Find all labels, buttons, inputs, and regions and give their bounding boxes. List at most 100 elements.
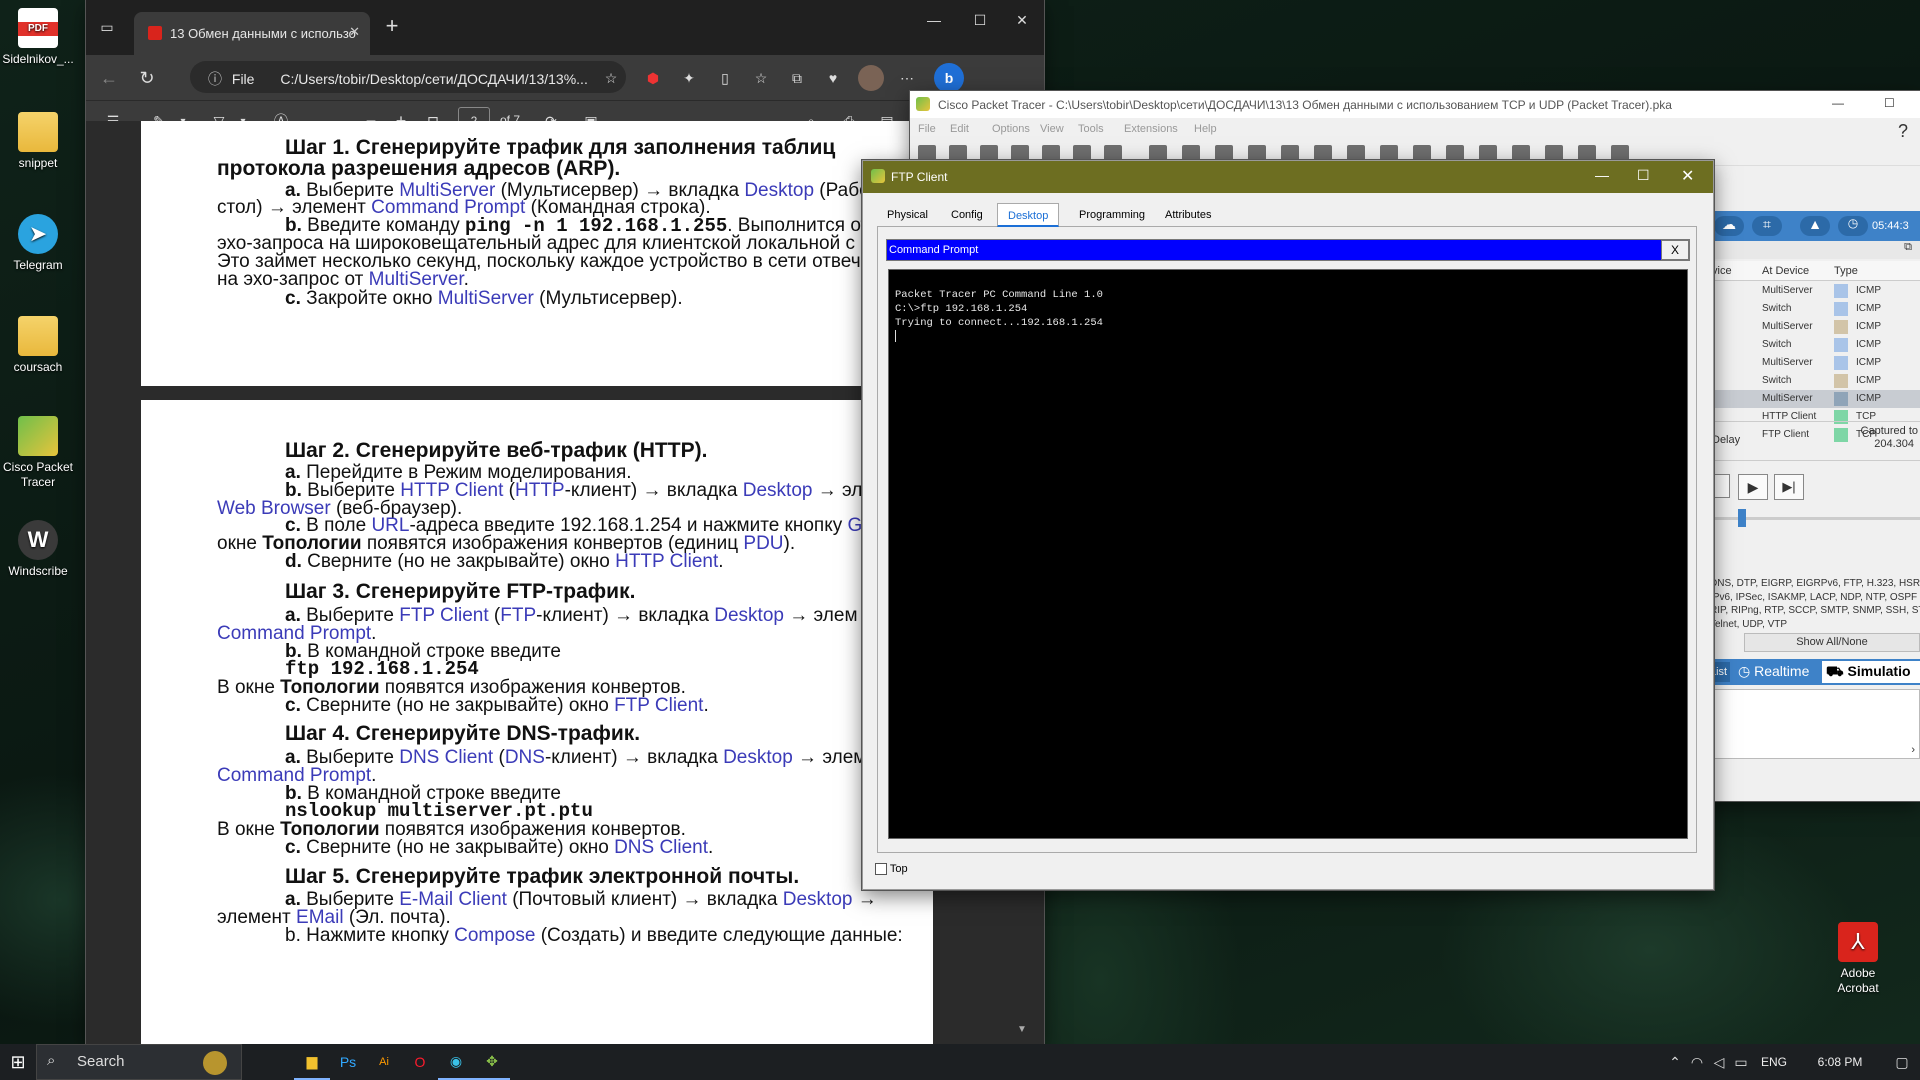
battery-icon[interactable]: ▭ <box>1730 1044 1752 1080</box>
tab-config[interactable]: Config <box>941 203 993 227</box>
maximize-icon[interactable]: ☐ <box>1637 167 1650 184</box>
toolbar-button-icon[interactable] <box>1073 145 1091 161</box>
realtime-tab[interactable]: ◷ Realtime <box>1738 663 1809 680</box>
illustrator-icon[interactable]: Ai <box>366 1044 402 1080</box>
landscape-icon[interactable]: ▲ <box>1800 216 1830 236</box>
desktop-icon-acrobat[interactable]: ⅄ Adobe Acrobat <box>1820 922 1896 996</box>
toolbar-button-icon[interactable] <box>1314 145 1332 161</box>
menu-item[interactable]: Tools <box>1078 123 1104 135</box>
top-checkbox[interactable]: Top <box>875 863 908 876</box>
toolbar-button-icon[interactable] <box>1104 145 1122 161</box>
pdf-text-run[interactable]: Desktop <box>743 480 813 501</box>
desktop-icon-coursach[interactable]: coursach <box>0 316 76 375</box>
tab-attributes[interactable]: Attributes <box>1155 203 1221 227</box>
tab-desktop[interactable]: Desktop <box>997 203 1060 227</box>
toolbar-button-icon[interactable] <box>1011 145 1029 161</box>
toolbar-button-icon[interactable] <box>1413 145 1431 161</box>
toolbar-button-icon[interactable] <box>1512 145 1530 161</box>
event-row[interactable]: Switch ICMP <box>1710 300 1920 318</box>
event-row[interactable]: MultiServer ICMP <box>1710 282 1920 300</box>
menu-item[interactable]: File <box>918 123 936 135</box>
pdu-list[interactable]: › <box>1710 689 1920 759</box>
menu-item[interactable]: Extensions <box>1124 123 1178 135</box>
toolbar-button-icon[interactable] <box>1182 145 1200 161</box>
back-icon[interactable]: ← <box>96 65 122 91</box>
favorite-star-icon[interactable]: ☆ <box>600 67 622 89</box>
windows-start-icon[interactable]: ⊞ <box>0 1044 36 1080</box>
event-row[interactable]: Switch ICMP <box>1710 336 1920 354</box>
menu-item[interactable]: View <box>1040 123 1064 135</box>
event-row[interactable]: MultiServer ICMP <box>1710 318 1920 336</box>
close-icon[interactable]: ✕ <box>1010 10 1034 30</box>
clock[interactable]: 6:08 PM <box>1796 1055 1884 1069</box>
bing-chat-icon[interactable]: b <box>934 63 964 93</box>
simulation-tab[interactable]: ⛟ Simulatio <box>1822 661 1920 683</box>
event-row[interactable]: MultiServer ICMP <box>1710 354 1920 372</box>
help-icon[interactable]: ? <box>1898 121 1908 142</box>
new-tab-icon[interactable]: + <box>380 13 404 38</box>
opera-icon[interactable]: O <box>402 1044 438 1080</box>
pdf-text-run[interactable]: MultiServer <box>438 288 534 309</box>
wifi-icon[interactable]: ◠ <box>1686 1044 1708 1080</box>
toolbar-button-icon[interactable] <box>918 145 936 161</box>
notification-icon[interactable]: ▢ <box>1884 1044 1920 1080</box>
speed-slider-thumb[interactable] <box>1738 509 1746 527</box>
volume-icon[interactable]: ◁ <box>1708 1044 1730 1080</box>
file-explorer-icon[interactable]: ▆ <box>294 1044 330 1080</box>
toolbar-button-icon[interactable] <box>1545 145 1563 161</box>
desktop-icon-snippet[interactable]: snippet <box>0 112 76 171</box>
pdf-text-run[interactable]: Desktop <box>714 605 784 626</box>
pdf-text-run[interactable]: FTP Client <box>614 695 703 716</box>
browser-tab[interactable]: 13 Обмен данными с использо ✕ <box>134 12 370 55</box>
toolbar-button-icon[interactable] <box>1347 145 1365 161</box>
toolbar-button-icon[interactable] <box>1611 145 1629 161</box>
photoshop-icon[interactable]: Ps <box>330 1044 366 1080</box>
grid-icon[interactable]: ⌗ <box>1752 216 1782 236</box>
pdf-text-run[interactable]: Desktop <box>723 747 793 768</box>
pdf-text-run[interactable]: DNS <box>505 747 545 768</box>
toolbar-button-icon[interactable] <box>1578 145 1596 161</box>
close-tab-icon[interactable]: ✕ <box>349 24 360 40</box>
pdf-text-run[interactable]: DNS Client <box>399 747 493 768</box>
toolbar-button-icon[interactable] <box>1281 145 1299 161</box>
pdf-text-run[interactable]: DNS Client <box>614 837 708 858</box>
pdf-text-run[interactable]: MultiServer <box>369 269 464 290</box>
split-screen-icon[interactable]: ▯ <box>714 67 736 89</box>
checkbox-box[interactable] <box>875 863 887 876</box>
favorites-icon[interactable]: ☆ <box>750 67 772 89</box>
command-prompt-close-button[interactable]: X <box>1661 240 1689 260</box>
extensions-icon[interactable]: ✦ <box>678 67 700 89</box>
tab-physical[interactable]: Physical <box>877 203 938 227</box>
minimize-icon[interactable]: — <box>1832 96 1844 110</box>
menu-item[interactable]: Edit <box>950 123 969 135</box>
event-row[interactable]: MultiServer ICMP <box>1710 390 1920 408</box>
scroll-right-icon[interactable]: › <box>1911 744 1915 756</box>
refresh-icon[interactable]: ↻ <box>134 65 160 91</box>
console-output[interactable]: Packet Tracer PC Command Line 1.0 C:\>ftp… <box>888 269 1688 839</box>
minimize-icon[interactable]: — <box>1595 167 1609 183</box>
pdf-text-run[interactable]: PDU <box>743 533 783 554</box>
pdf-text-run[interactable]: Desktop <box>783 889 853 910</box>
more-menu-icon[interactable]: ⋯ <box>896 67 918 89</box>
toolbar-button-icon[interactable] <box>1215 145 1233 161</box>
panel-restore-icon[interactable]: ⧉ <box>1710 241 1920 259</box>
menu-item[interactable]: Options <box>992 123 1030 135</box>
pdf-text-run[interactable]: Desktop <box>744 180 814 201</box>
performance-icon[interactable]: ♥ <box>822 67 844 89</box>
pdf-text-run[interactable]: FTP <box>500 605 536 626</box>
toolbar-button-icon[interactable] <box>1248 145 1266 161</box>
pdf-text-run[interactable]: FTP Client <box>399 605 488 626</box>
toolbar-button-icon[interactable] <box>949 145 967 161</box>
toolbar-button-icon[interactable] <box>1380 145 1398 161</box>
cloud-icon[interactable]: ☁ <box>1714 216 1744 236</box>
pdf-text-run[interactable]: HTTP <box>515 480 565 501</box>
desktop-icon-telegram[interactable]: ➤ Telegram <box>0 214 76 273</box>
tab-actions-icon[interactable]: ▭ <box>96 16 118 38</box>
toolbar-button-icon[interactable] <box>1446 145 1464 161</box>
step-forward-icon[interactable]: ▶| <box>1774 474 1804 500</box>
pdf-text-run[interactable]: G <box>848 515 863 536</box>
edge-icon[interactable]: ◉ <box>438 1044 474 1080</box>
toolbar-button-icon[interactable] <box>1149 145 1167 161</box>
toolbar-button-icon[interactable] <box>1042 145 1060 161</box>
pdf-text-run[interactable]: Compose <box>454 925 535 946</box>
